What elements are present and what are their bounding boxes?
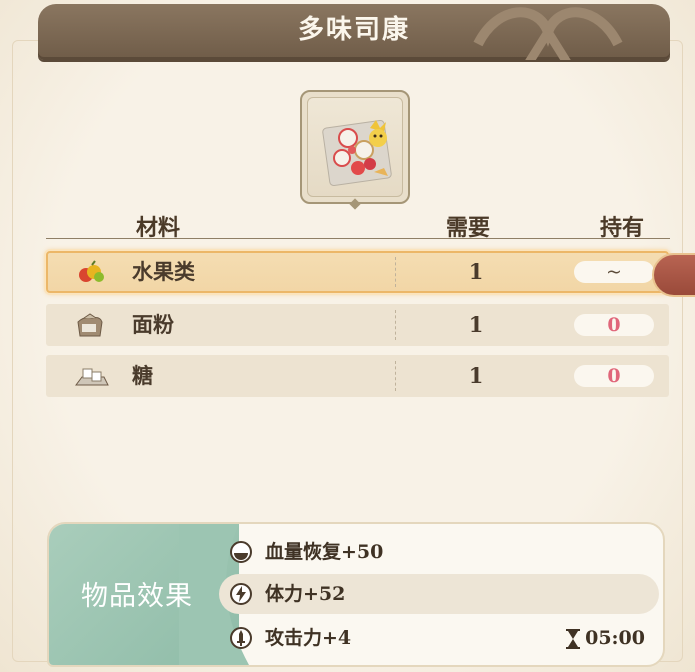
material-name: 水果类 (132, 259, 195, 284)
effect-duration: 05:00 (565, 618, 645, 658)
row-divider (395, 361, 396, 391)
stamina-lightning-icon (229, 582, 253, 606)
material-have: 0 (574, 365, 654, 387)
material-need: 1 (468, 312, 484, 337)
effect-text: 血量恢复+50 (265, 541, 384, 563)
effect-text: 攻击力+4 (265, 627, 352, 649)
effect-row-attack: 攻击力+4 05:00 (219, 618, 659, 658)
material-need: 1 (468, 259, 484, 284)
flour-sack-icon (74, 312, 108, 338)
item-effects-panel: 物品效果 血量恢复+50 体力+52 攻击力+4 05:00 (47, 522, 665, 667)
effect-row-hp: 血量恢复+50 (219, 532, 659, 572)
hp-recovery-icon (229, 540, 253, 564)
material-name: 糖 (132, 363, 153, 388)
effect-text: 体力+52 (265, 583, 346, 605)
effect-row-stamina: 体力+52 (219, 574, 659, 614)
page-title: 多味司康 (297, 15, 410, 45)
duration-text: 05:00 (585, 627, 645, 649)
scone-plate-icon (322, 119, 392, 187)
material-row-fruit[interactable]: 水果类 1 ~ (46, 251, 669, 293)
material-have: 0 (574, 314, 654, 336)
material-have: ~ (574, 261, 654, 283)
header-divider (46, 238, 670, 239)
hourglass-icon (566, 629, 581, 649)
selection-tab (652, 253, 695, 297)
fruit-icon (74, 259, 108, 285)
material-name: 面粉 (132, 312, 174, 337)
item-image (307, 97, 403, 197)
title-bar: 多味司康 (38, 4, 670, 60)
sugar-icon (74, 363, 109, 389)
row-divider (395, 257, 396, 287)
effects-label: 物品效果 (81, 581, 193, 612)
attack-sword-icon (229, 626, 253, 650)
material-row-flour[interactable]: 面粉 1 0 (46, 304, 669, 346)
material-row-sugar[interactable]: 糖 1 0 (46, 355, 669, 397)
material-need: 1 (468, 363, 484, 388)
item-image-frame (300, 90, 410, 210)
row-divider (395, 310, 396, 340)
